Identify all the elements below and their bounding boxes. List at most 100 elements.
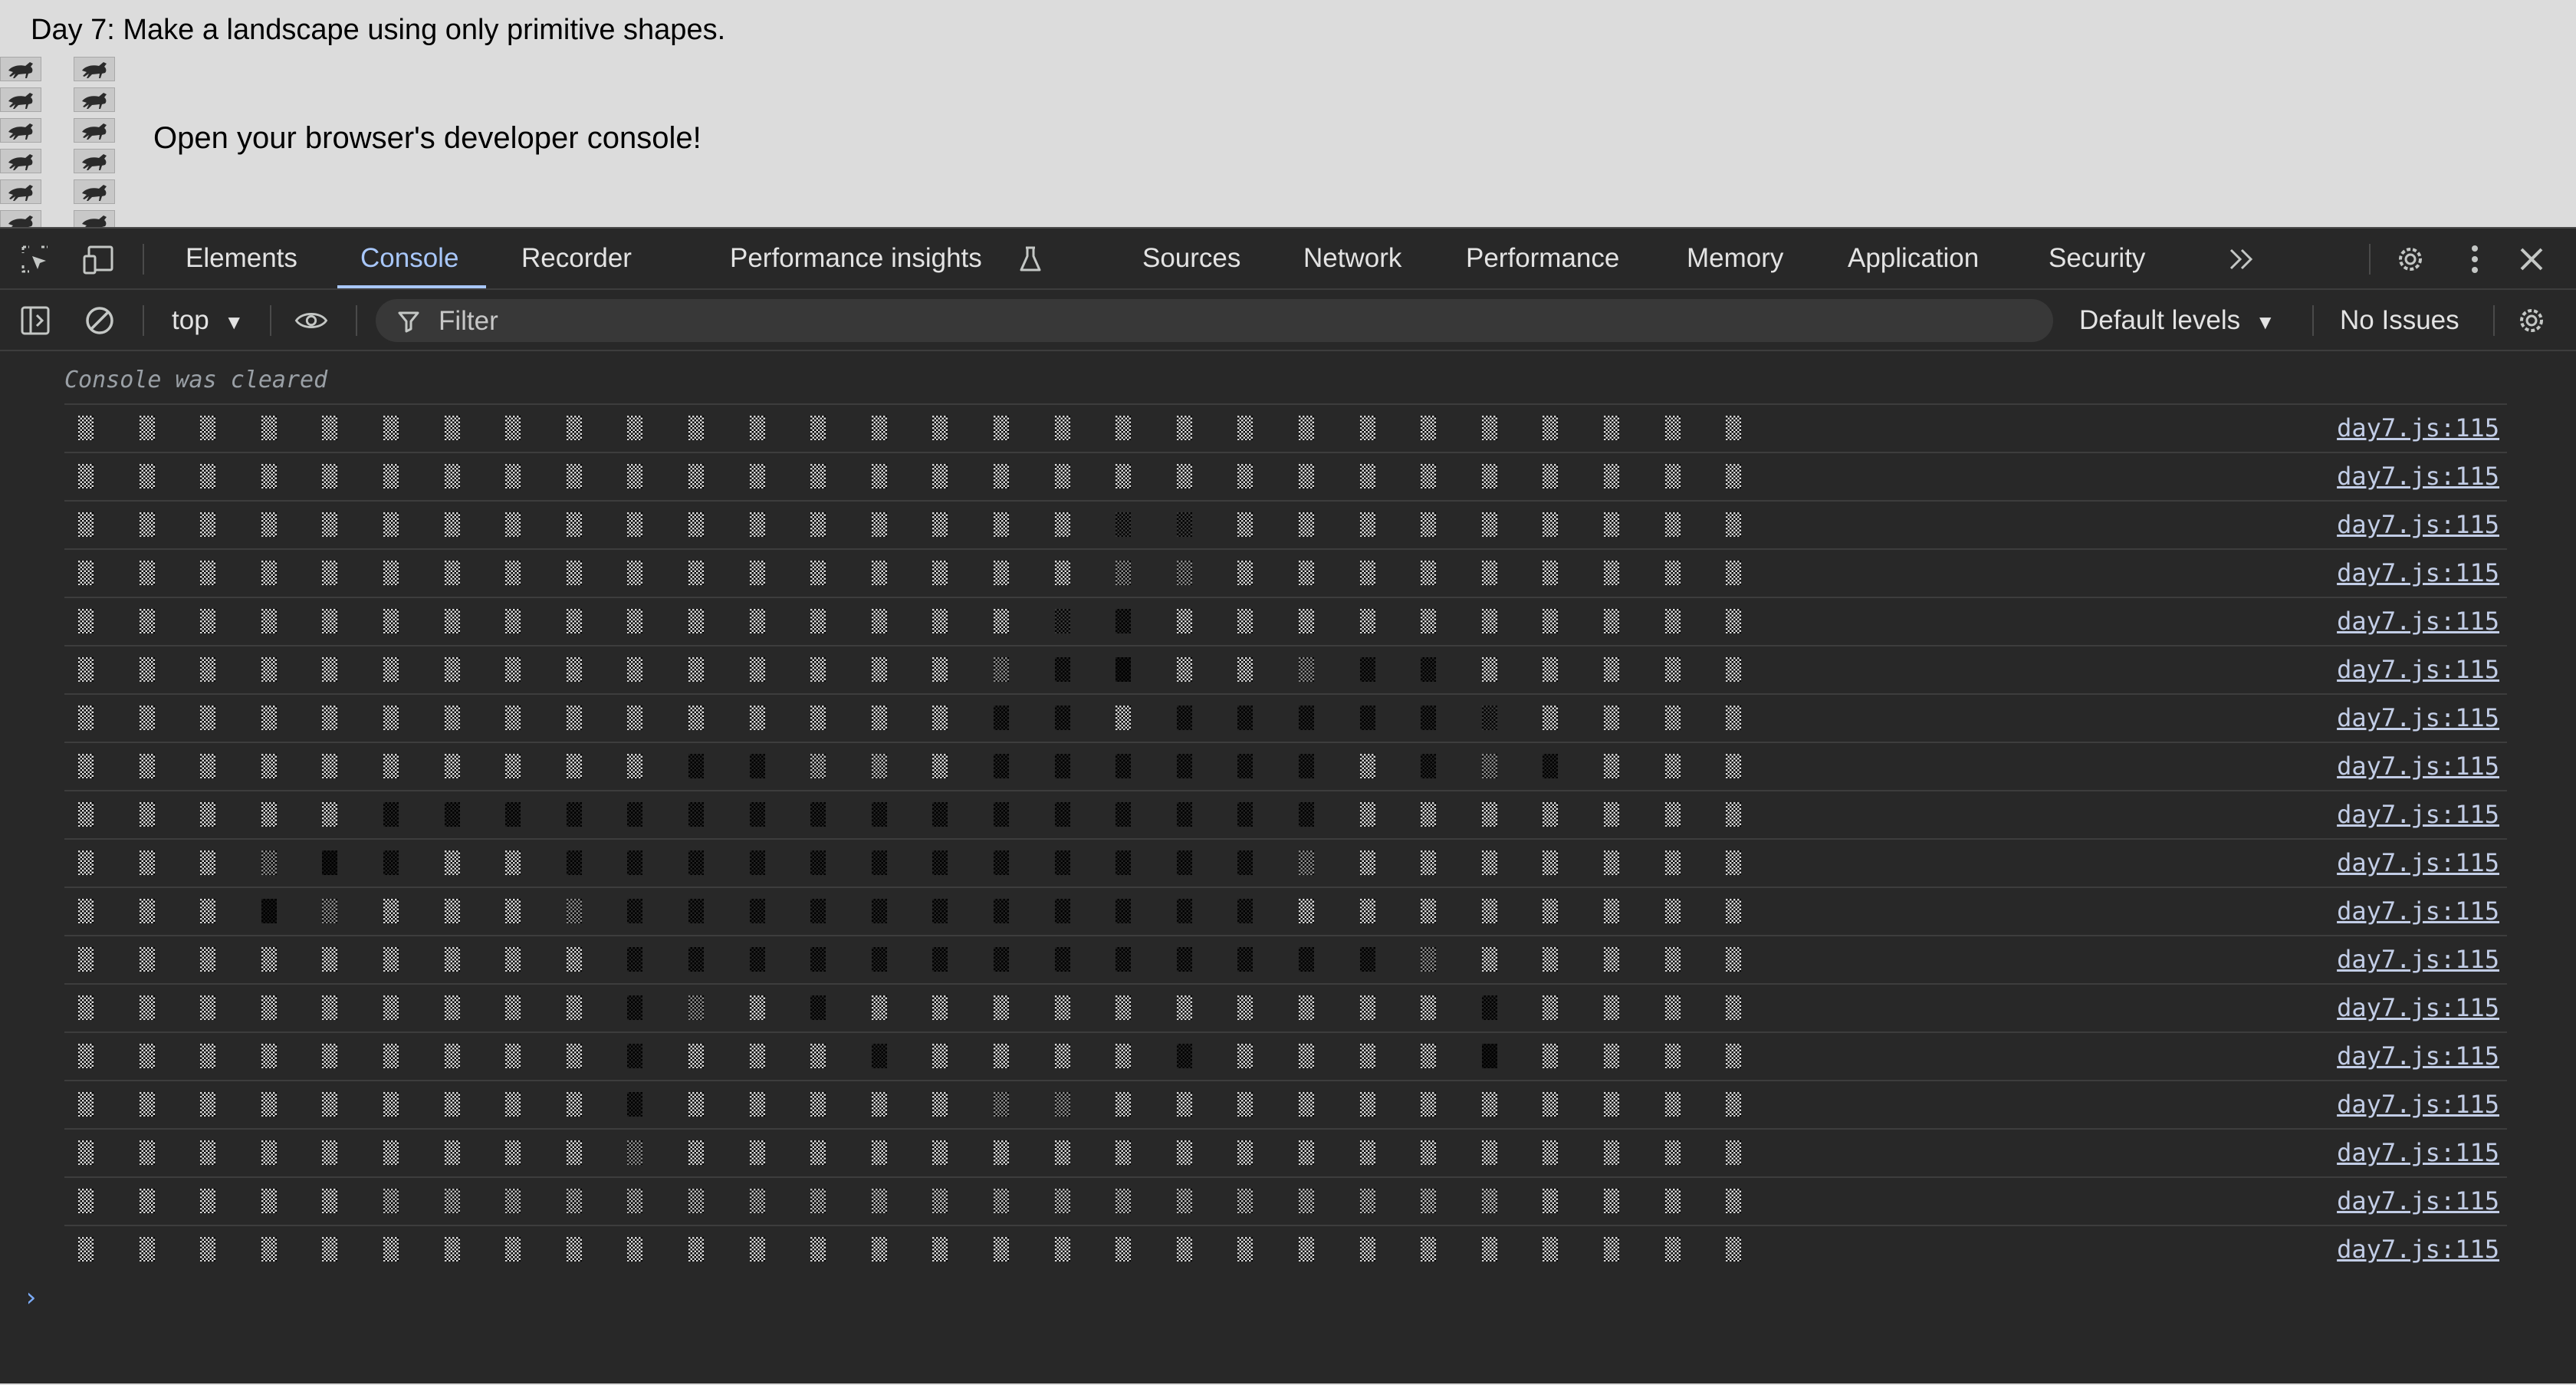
settings-gear-icon[interactable]: [2394, 242, 2427, 276]
log-pixel-cell: [932, 995, 948, 1020]
console-settings-gear-icon[interactable]: [2515, 304, 2548, 337]
log-source-link[interactable]: day7.js:115: [2337, 1130, 2499, 1176]
log-pixel-cell: [566, 899, 582, 923]
log-pixel-cell: [505, 754, 521, 778]
log-pixel-cell: [932, 1044, 948, 1068]
log-source-link[interactable]: day7.js:115: [2337, 502, 2499, 548]
log-pixel-cell: [383, 1092, 399, 1117]
log-pixel-cell: [1359, 802, 1375, 827]
log-pixel-cell: [871, 1237, 887, 1262]
page-instruction: Open your browser's developer console!: [153, 121, 702, 155]
log-pixel-cell: [1237, 1140, 1254, 1165]
log-pixel-cell: [749, 657, 765, 682]
context-selector[interactable]: top ▼: [172, 290, 244, 351]
tab-performance[interactable]: Performance: [1466, 229, 1619, 288]
log-source-link[interactable]: day7.js:115: [2337, 888, 2499, 934]
log-source-link[interactable]: day7.js:115: [2337, 840, 2499, 886]
tab-elements[interactable]: Elements: [186, 229, 297, 288]
log-pixel-cell: [749, 1140, 765, 1165]
tab-application[interactable]: Application: [1848, 229, 1979, 288]
tab-recorder[interactable]: Recorder: [521, 229, 632, 288]
log-pixel-cell: [322, 1140, 338, 1165]
console-prompt[interactable]: ›: [23, 1282, 38, 1313]
log-source-link[interactable]: day7.js:115: [2337, 985, 2499, 1031]
log-pixel-cell: [871, 1140, 887, 1165]
inspect-element-icon[interactable]: [18, 242, 52, 276]
tab-performance-insights[interactable]: Performance insights: [730, 229, 982, 288]
log-pixel-cell: [566, 947, 582, 972]
log-pixel-cell: [871, 609, 887, 633]
log-pixel-cell: [322, 1044, 338, 1068]
log-pixel-cell: [200, 1092, 216, 1117]
log-pixel-cell: [1481, 754, 1497, 778]
log-pixel-cell: [871, 512, 887, 537]
log-source-link[interactable]: day7.js:115: [2337, 550, 2499, 596]
log-pixel-cell: [627, 609, 643, 633]
log-pixel-cell: [688, 1092, 704, 1117]
log-source-link[interactable]: day7.js:115: [2337, 646, 2499, 692]
log-pixel-cell: [200, 416, 216, 440]
log-source-link[interactable]: day7.js:115: [2337, 1178, 2499, 1224]
log-pixel-cell: [1543, 1092, 1559, 1117]
close-icon[interactable]: [2515, 242, 2548, 276]
log-pixel-cell: [1543, 802, 1559, 827]
log-pixel-cell: [1421, 850, 1437, 875]
log-source-link[interactable]: day7.js:115: [2337, 695, 2499, 741]
log-pixel-cell: [1604, 512, 1619, 537]
log-pixel-cell: [688, 416, 704, 440]
console-log-row: day7.js:115: [64, 790, 2507, 837]
log-pixel-cell: [1543, 657, 1559, 682]
log-pixel-cell: [1176, 609, 1192, 633]
live-expression-eye-icon[interactable]: [294, 304, 328, 337]
log-pixel-cell: [932, 947, 948, 972]
log-source-link[interactable]: day7.js:115: [2337, 791, 2499, 837]
console-log-row: day7.js:115: [64, 1176, 2507, 1224]
log-pixel-cell: [627, 754, 643, 778]
log-source-link[interactable]: day7.js:115: [2337, 936, 2499, 982]
sidebar-toggle-icon[interactable]: [18, 304, 52, 337]
log-pixel-cell: [1604, 416, 1619, 440]
tab-network[interactable]: Network: [1303, 229, 1401, 288]
log-pixel-cell: [1054, 802, 1070, 827]
log-levels-dropdown[interactable]: Default levels ▼: [2079, 290, 2275, 351]
log-pixel-cell: [1664, 754, 1681, 778]
log-source-link[interactable]: day7.js:115: [2337, 1226, 2499, 1272]
log-pixel-cell: [1299, 1092, 1314, 1117]
tab-memory[interactable]: Memory: [1687, 229, 1783, 288]
console-log-row: day7.js:115: [64, 1080, 2507, 1127]
log-pixel-cell: [78, 1189, 94, 1213]
log-pixel-cell: [1116, 1189, 1132, 1213]
log-pixel-cell: [871, 899, 887, 923]
log-pixel-cell: [78, 416, 94, 440]
log-pixel-cell: [1299, 1140, 1314, 1165]
log-source-link[interactable]: day7.js:115: [2337, 1081, 2499, 1127]
console-cleared-message: Console was cleared: [64, 367, 328, 393]
log-pixel-cell: [1054, 657, 1070, 682]
log-source-link[interactable]: day7.js:115: [2337, 405, 2499, 451]
log-source-link[interactable]: day7.js:115: [2337, 598, 2499, 644]
log-pixel-cell: [1726, 1140, 1742, 1165]
tab-security[interactable]: Security: [2049, 229, 2145, 288]
log-pixel-cell: [1359, 1237, 1375, 1262]
dropdown-arrow-icon: ▼: [224, 311, 245, 334]
log-pixel-cell: [1054, 1044, 1070, 1068]
log-pixel-cell: [688, 609, 704, 633]
log-pixel-cell: [1421, 706, 1437, 730]
log-source-link[interactable]: day7.js:115: [2337, 743, 2499, 789]
clear-console-icon[interactable]: [83, 304, 117, 337]
device-toolbar-icon[interactable]: [83, 242, 117, 276]
log-pixel-cell: [78, 609, 94, 633]
log-pixel-cell: [1481, 1044, 1497, 1068]
filter-input[interactable]: [437, 299, 2035, 344]
more-tabs-icon[interactable]: [2225, 242, 2259, 276]
tab-console[interactable]: Console: [337, 229, 487, 288]
log-pixel-cell: [688, 706, 704, 730]
log-source-link[interactable]: day7.js:115: [2337, 1033, 2499, 1079]
tab-sources[interactable]: Sources: [1142, 229, 1240, 288]
issues-counter[interactable]: No Issues: [2340, 290, 2459, 351]
kebab-menu-icon[interactable]: [2458, 242, 2492, 276]
log-pixel-cell: [1421, 754, 1437, 778]
log-pixel-cell: [749, 899, 765, 923]
log-pixel-cell: [1054, 995, 1070, 1020]
log-source-link[interactable]: day7.js:115: [2337, 453, 2499, 499]
